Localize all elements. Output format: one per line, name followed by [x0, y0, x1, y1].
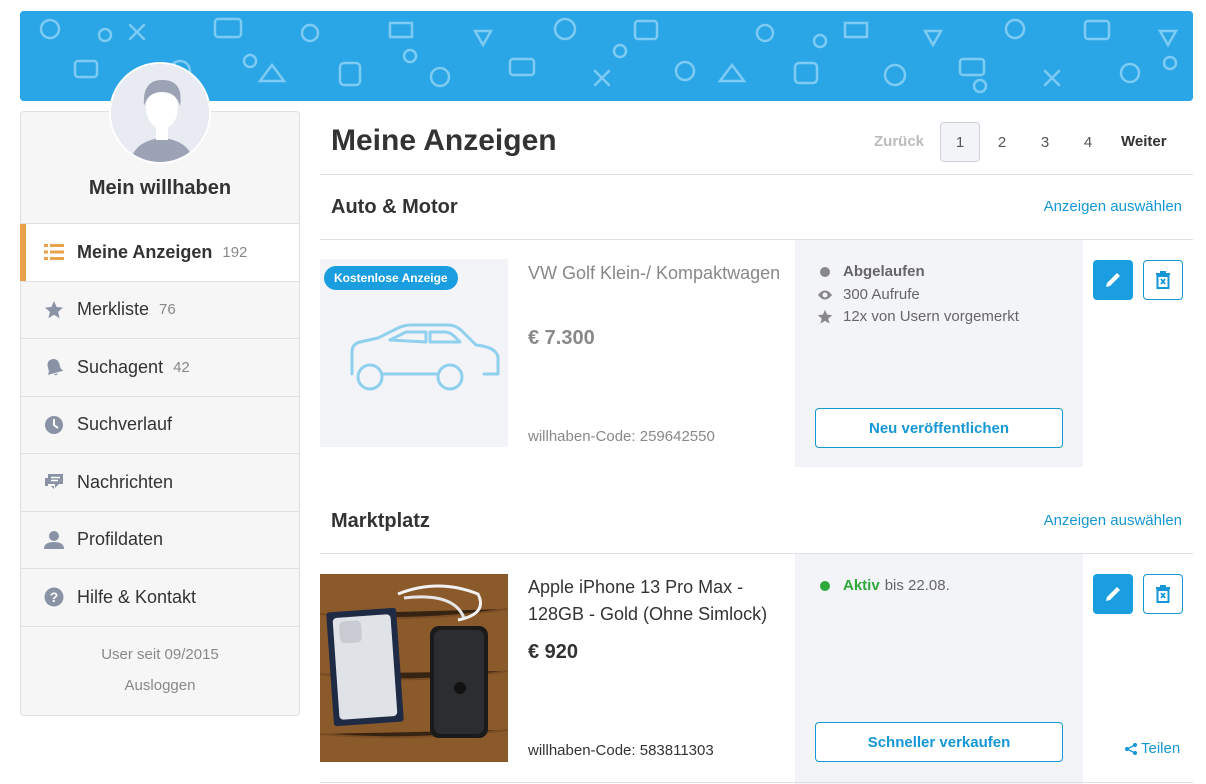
- pagination-next[interactable]: Weiter: [1121, 133, 1167, 150]
- bell-icon: [43, 356, 65, 378]
- delete-button[interactable]: [1143, 260, 1183, 300]
- pagination-page-3[interactable]: 3: [1025, 122, 1065, 162]
- sidebar-nav: Meine Anzeigen 192 Merkliste 76 Suchagen…: [20, 223, 299, 627]
- pagination-prev[interactable]: Zurück: [874, 133, 924, 150]
- ad-thumbnail[interactable]: Kostenlose Anzeige: [320, 259, 508, 447]
- ad-code: willhaben-Code: 259642550: [528, 428, 715, 445]
- sidebar-item-label: Profildaten: [77, 529, 164, 550]
- sidebar-item-label: Suchagent: [77, 356, 164, 377]
- share-icon: [1125, 742, 1137, 755]
- divider: [320, 174, 1193, 175]
- section-title-auto-motor: Auto & Motor: [331, 196, 458, 218]
- member-since: User seit 09/2015: [101, 646, 219, 663]
- ad-price: € 7.300: [528, 327, 595, 349]
- pagination-page-2[interactable]: 2: [982, 122, 1022, 162]
- sidebar-item-label: Suchverlauf: [77, 414, 173, 435]
- free-ad-badge: Kostenlose Anzeige: [324, 266, 458, 290]
- sidebar-item-count: 76: [159, 301, 176, 319]
- divider: [320, 782, 1193, 783]
- ad-saved-count: 12x von Usern vorgemerkt: [817, 308, 1019, 325]
- list-icon: [43, 241, 65, 263]
- ad-views: 300 Aufrufe: [817, 286, 920, 303]
- sidebar-item-merkliste[interactable]: Merkliste 76: [21, 282, 299, 339]
- product-photo: [320, 574, 508, 762]
- pagination-page-4[interactable]: 4: [1068, 122, 1108, 162]
- sidebar-item-label: Hilfe & Kontakt: [77, 586, 197, 607]
- pencil-icon: [1106, 273, 1120, 287]
- star-icon: [43, 299, 65, 321]
- status-label: Abgelaufen: [843, 263, 925, 280]
- sidebar-item-count: 42: [173, 358, 190, 376]
- avatar[interactable]: [109, 62, 211, 164]
- eye-icon: [817, 289, 833, 301]
- sidebar-item-meine-anzeigen[interactable]: Meine Anzeigen 192: [20, 224, 299, 282]
- sidebar-item-label: Merkliste: [77, 299, 150, 320]
- ad-title[interactable]: VW Golf Klein-/ Kompaktwagen: [528, 260, 788, 287]
- sidebar-item-hilfe-kontakt[interactable]: ? Hilfe & Kontakt: [21, 569, 299, 627]
- sidebar-item-count: 192: [222, 243, 248, 261]
- profile-name: Mein willhaben: [88, 177, 232, 199]
- sidebar-item-suchagent[interactable]: Suchagent 42: [21, 339, 299, 397]
- sidebar-item-profildaten[interactable]: Profildaten: [21, 512, 299, 569]
- logout-link[interactable]: Ausloggen: [21, 677, 299, 694]
- edit-button[interactable]: [1093, 260, 1133, 300]
- help-icon: ?: [43, 586, 65, 608]
- sell-faster-button[interactable]: Schneller verkaufen: [815, 722, 1063, 762]
- status-label: Aktiv: [843, 577, 880, 594]
- ad-status: Abgelaufen: [817, 263, 925, 280]
- trash-icon: [1156, 271, 1170, 289]
- status-dot-icon: [820, 580, 830, 591]
- status-until: bis 22.08.: [884, 577, 950, 594]
- views-label: 300 Aufrufe: [843, 286, 920, 303]
- sidebar-item-nachrichten[interactable]: Nachrichten: [21, 454, 299, 512]
- pagination-page-1[interactable]: 1: [940, 122, 980, 162]
- ad-stats-panel: Abgelaufen 300 Aufrufe 12x von Usern vor…: [795, 240, 1083, 467]
- select-ads-link[interactable]: Anzeigen auswählen: [1044, 512, 1182, 529]
- section-title-marktplatz: Marktplatz: [331, 510, 430, 532]
- ad-price: € 920: [528, 641, 579, 663]
- sidebar-item-label: Meine Anzeigen: [77, 241, 213, 262]
- ad-stats-panel: Aktiv bis 22.08. Schneller verkaufen: [795, 554, 1083, 784]
- select-ads-link[interactable]: Anzeigen auswählen: [1044, 198, 1182, 215]
- star-icon: [817, 309, 833, 325]
- status-dot-icon: [820, 266, 830, 277]
- ad-status: Aktiv bis 22.08.: [817, 577, 950, 594]
- pencil-icon: [1106, 587, 1120, 601]
- page-title: Meine Anzeigen: [331, 124, 557, 157]
- ad-title[interactable]: Apple iPhone 13 Pro Max - 128GB - Gold (…: [528, 574, 788, 628]
- ad-code: willhaben-Code: 583811303: [528, 742, 714, 759]
- sidebar: Mein willhaben Meine Anzeigen 192 Merkli…: [20, 62, 300, 716]
- clock-icon: [43, 414, 65, 436]
- republish-button[interactable]: Neu veröffentlichen: [815, 408, 1063, 448]
- person-icon: [43, 529, 65, 551]
- sidebar-item-suchverlauf[interactable]: Suchverlauf: [21, 397, 299, 454]
- trash-icon: [1156, 585, 1170, 603]
- share-label: Teilen: [1141, 740, 1181, 757]
- ad-thumbnail[interactable]: [320, 574, 508, 762]
- chat-icon: [43, 471, 65, 493]
- saved-label: 12x von Usern vorgemerkt: [843, 308, 1019, 325]
- svg-text:?: ?: [50, 589, 59, 605]
- delete-button[interactable]: [1143, 574, 1183, 614]
- sidebar-item-label: Nachrichten: [77, 471, 174, 492]
- avatar-person-icon: [111, 64, 209, 162]
- share-link[interactable]: Teilen: [1124, 740, 1180, 757]
- edit-button[interactable]: [1093, 574, 1133, 614]
